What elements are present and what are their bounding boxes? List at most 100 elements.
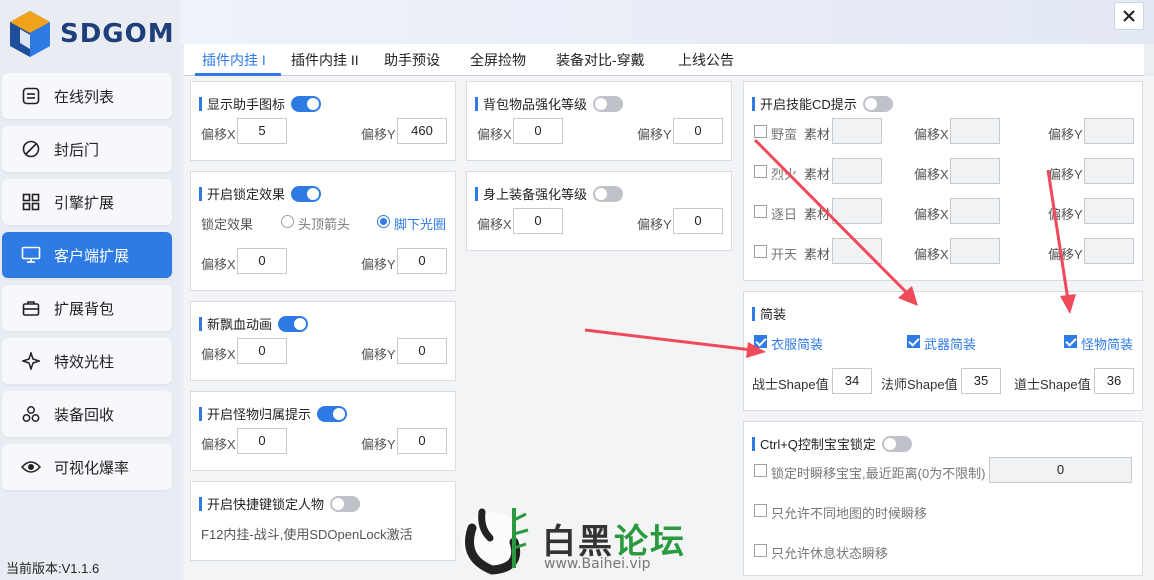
sidebar-item-backdoor[interactable]: 封后门	[2, 126, 172, 172]
skill-offset-x-input[interactable]	[950, 238, 1000, 264]
monster-simple-checkbox[interactable]	[1064, 335, 1077, 348]
teleport-pet-checkbox[interactable]	[754, 464, 767, 477]
material-label: 素材	[804, 247, 831, 262]
radio-head-arrow[interactable]	[281, 215, 294, 228]
app-logo: SDGOM	[6, 6, 176, 62]
skill-checkbox[interactable]	[754, 205, 767, 218]
tab-fullscreen-pickup[interactable]: 全屏捡物	[470, 50, 526, 70]
bag-strengthen-offset-x-input[interactable]: 0	[513, 118, 563, 144]
helper-icon-toggle[interactable]	[291, 95, 322, 112]
offset-y-label: 偏移Y	[637, 217, 672, 232]
offset-y-label: 偏移Y	[361, 257, 396, 272]
tab-plugin-2[interactable]: 插件内挂 II	[291, 50, 359, 70]
offset-x-label: 偏移X	[201, 127, 236, 142]
rest-only-checkbox[interactable]	[754, 544, 767, 557]
tab-login-notice[interactable]: 上线公告	[678, 50, 734, 70]
panel-title: 开启怪物归属提示	[199, 404, 348, 423]
skill-checkbox[interactable]	[754, 165, 767, 178]
sidebar-item-label: 在线列表	[54, 88, 115, 106]
tab-helper-preset[interactable]: 助手预设	[384, 50, 440, 70]
skill-offset-x-input[interactable]	[950, 198, 1000, 224]
sidebar-item-engine-ext[interactable]: 引擎扩展	[2, 179, 172, 225]
blood-anim-toggle[interactable]	[278, 315, 309, 332]
helper-icon-offset-y-input[interactable]: 460	[397, 118, 447, 144]
skill-offset-x-input[interactable]	[950, 158, 1000, 184]
panel-title: 简装	[752, 304, 786, 323]
version-label: 当前版本:V1.1.6	[6, 561, 100, 576]
sidebar-item-equip-recycle[interactable]: 装备回收	[2, 391, 172, 437]
skill-checkbox[interactable]	[754, 245, 767, 258]
warrior-shape-input[interactable]: 34	[832, 368, 872, 394]
sidebar-item-label: 扩展背包	[54, 300, 115, 318]
monster-simple-label: 怪物简装	[1081, 337, 1134, 352]
skill-offset-y-input[interactable]	[1084, 238, 1134, 264]
offset-x-label: 偏移X	[477, 127, 512, 142]
tab-equip-compare[interactable]: 装备对比-穿戴	[556, 50, 645, 70]
ctrl-q-toggle[interactable]	[881, 435, 912, 452]
skill-offset-y-input[interactable]	[1084, 198, 1134, 224]
sidebar-item-drop-rate[interactable]: 可视化爆率	[2, 444, 172, 490]
weapon-simple-checkbox[interactable]	[907, 335, 920, 348]
skill-offset-y-input[interactable]	[1084, 158, 1134, 184]
skill-offset-x-input[interactable]	[950, 118, 1000, 144]
warrior-shape-label: 战士Shape值	[752, 377, 829, 392]
body-strengthen-toggle[interactable]	[593, 185, 624, 202]
tab-bar: 插件内挂 I 插件内挂 II 助手预设 全屏捡物 装备对比-穿戴 上线公告	[184, 44, 1144, 76]
mage-shape-input[interactable]: 35	[961, 368, 1001, 394]
diff-map-only-checkbox[interactable]	[754, 504, 767, 517]
blood-anim-offset-y-input[interactable]: 0	[397, 338, 447, 364]
sparkle-icon	[20, 350, 42, 372]
list-icon	[20, 85, 42, 107]
watermark: 白黑论坛 www.Baihei.vip	[452, 498, 702, 578]
offset-y-label: 偏移Y	[361, 347, 396, 362]
panel-title: 开启锁定效果	[199, 184, 322, 203]
monster-owner-toggle[interactable]	[317, 405, 348, 422]
title-bar	[180, 0, 1154, 44]
panel-helper-icon: 显示助手图标 偏移X 5 偏移Y 460	[190, 81, 456, 161]
recycle-icon	[20, 403, 42, 425]
clothes-simple-checkbox[interactable]	[754, 335, 767, 348]
taoist-shape-input[interactable]: 36	[1094, 368, 1134, 394]
offset-x-label: 偏移X	[914, 167, 949, 182]
tab-plugin-1[interactable]: 插件内挂 I	[202, 50, 266, 70]
lock-effect-offset-y-input[interactable]: 0	[397, 248, 447, 274]
skill-offset-y-input[interactable]	[1084, 118, 1134, 144]
hotkey-lock-toggle[interactable]	[330, 495, 361, 512]
sidebar-item-client-ext[interactable]: 客户端扩展	[2, 232, 172, 278]
panel-title: 开启技能CD提示	[752, 94, 893, 113]
sidebar-item-ext-bag[interactable]: 扩展背包	[2, 285, 172, 331]
lock-effect-offset-x-input[interactable]: 0	[237, 248, 287, 274]
skill-cd-toggle[interactable]	[862, 95, 893, 112]
sidebar-item-online-list[interactable]: 在线列表	[2, 73, 172, 119]
offset-x-label: 偏移X	[477, 217, 512, 232]
skill-checkbox[interactable]	[754, 125, 767, 138]
eye-icon	[20, 456, 42, 478]
sidebar-item-label: 特效光柱	[54, 353, 115, 371]
radio-foot-halo[interactable]	[377, 215, 390, 228]
panel-title: 新飘血动画	[199, 314, 309, 333]
close-button[interactable]	[1114, 2, 1144, 30]
panel-simple: 简装 衣服简装 武器简装 怪物简装 战士Shape值 34 法师Shape值 3…	[743, 291, 1143, 411]
skill-material-input[interactable]	[832, 158, 882, 184]
skill-material-input[interactable]	[832, 198, 882, 224]
material-label: 素材	[804, 127, 831, 142]
offset-x-label: 偏移X	[914, 247, 949, 262]
material-label: 素材	[804, 207, 831, 222]
body-strengthen-offset-x-input[interactable]: 0	[513, 208, 563, 234]
lock-effect-toggle[interactable]	[291, 185, 322, 202]
monster-owner-offset-y-input[interactable]: 0	[397, 428, 447, 454]
monitor-icon	[20, 244, 42, 266]
skill-name: 野蛮	[771, 127, 798, 142]
helper-icon-offset-x-input[interactable]: 5	[237, 118, 287, 144]
skill-material-input[interactable]	[832, 118, 882, 144]
bag-strengthen-toggle[interactable]	[593, 95, 624, 112]
panel-monster-owner: 开启怪物归属提示 偏移X 0 偏移Y 0	[190, 391, 456, 471]
monster-owner-offset-x-input[interactable]: 0	[237, 428, 287, 454]
body-strengthen-offset-y-input[interactable]: 0	[673, 208, 723, 234]
blood-anim-offset-x-input[interactable]: 0	[237, 338, 287, 364]
teleport-distance-input[interactable]: 0	[989, 457, 1132, 483]
sidebar-item-light-pillar[interactable]: 特效光柱	[2, 338, 172, 384]
skill-name: 烈火	[771, 167, 798, 182]
skill-material-input[interactable]	[832, 238, 882, 264]
bag-strengthen-offset-y-input[interactable]: 0	[673, 118, 723, 144]
